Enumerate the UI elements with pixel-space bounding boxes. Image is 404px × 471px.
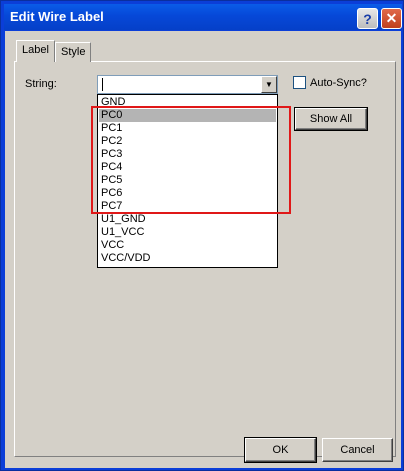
list-item[interactable]: U1_VCC (99, 226, 276, 239)
dialog-body: Label Style String: ▼ GND PC0 PC1 PC2 PC3 PC4… (5, 31, 401, 468)
list-item[interactable]: VCC (99, 239, 276, 252)
list-item[interactable]: PC5 (99, 174, 276, 187)
tab-style[interactable]: Style (55, 42, 92, 62)
text-caret (102, 78, 103, 91)
list-item[interactable]: PC2 (99, 135, 276, 148)
list-item[interactable]: PC1 (99, 122, 276, 135)
close-button[interactable]: ✕ (381, 8, 402, 29)
chevron-down-icon: ▼ (265, 80, 273, 89)
window-title: Edit Wire Label (10, 9, 104, 24)
list-item[interactable]: PC4 (99, 161, 276, 174)
list-item[interactable]: PC6 (99, 187, 276, 200)
list-item[interactable]: PC7 (99, 200, 276, 213)
autosync-checkbox[interactable] (293, 76, 306, 89)
string-dropdown-list[interactable]: GND PC0 PC1 PC2 PC3 PC4 PC5 PC6 PC7 U1_GND U1_VCC V… (97, 94, 278, 268)
show-all-button[interactable]: Show All (294, 107, 368, 131)
dialog-window: Edit Wire Label ? ✕ Label Style String: … (0, 0, 404, 471)
list-item[interactable]: GND (99, 96, 276, 109)
tab-label[interactable]: Label (16, 40, 55, 62)
list-item[interactable]: PC0 (99, 109, 276, 122)
help-button[interactable]: ? (357, 8, 378, 29)
list-item[interactable]: U1_GND (99, 213, 276, 226)
autosync-label[interactable]: Auto-Sync? (310, 77, 367, 89)
string-combobox[interactable]: ▼ (97, 75, 278, 94)
title-bar[interactable]: Edit Wire Label ? ✕ (4, 4, 402, 30)
question-icon: ? (363, 10, 372, 27)
cancel-button[interactable]: Cancel (322, 438, 393, 462)
autosync-option[interactable]: Auto-Sync? (293, 76, 367, 89)
close-icon: ✕ (385, 10, 398, 26)
list-item[interactable]: VCC/VDD (99, 252, 276, 265)
ok-button[interactable]: OK (244, 437, 317, 463)
dropdown-button[interactable]: ▼ (261, 76, 277, 93)
string-label: String: (25, 78, 57, 90)
list-item[interactable]: PC3 (99, 148, 276, 161)
